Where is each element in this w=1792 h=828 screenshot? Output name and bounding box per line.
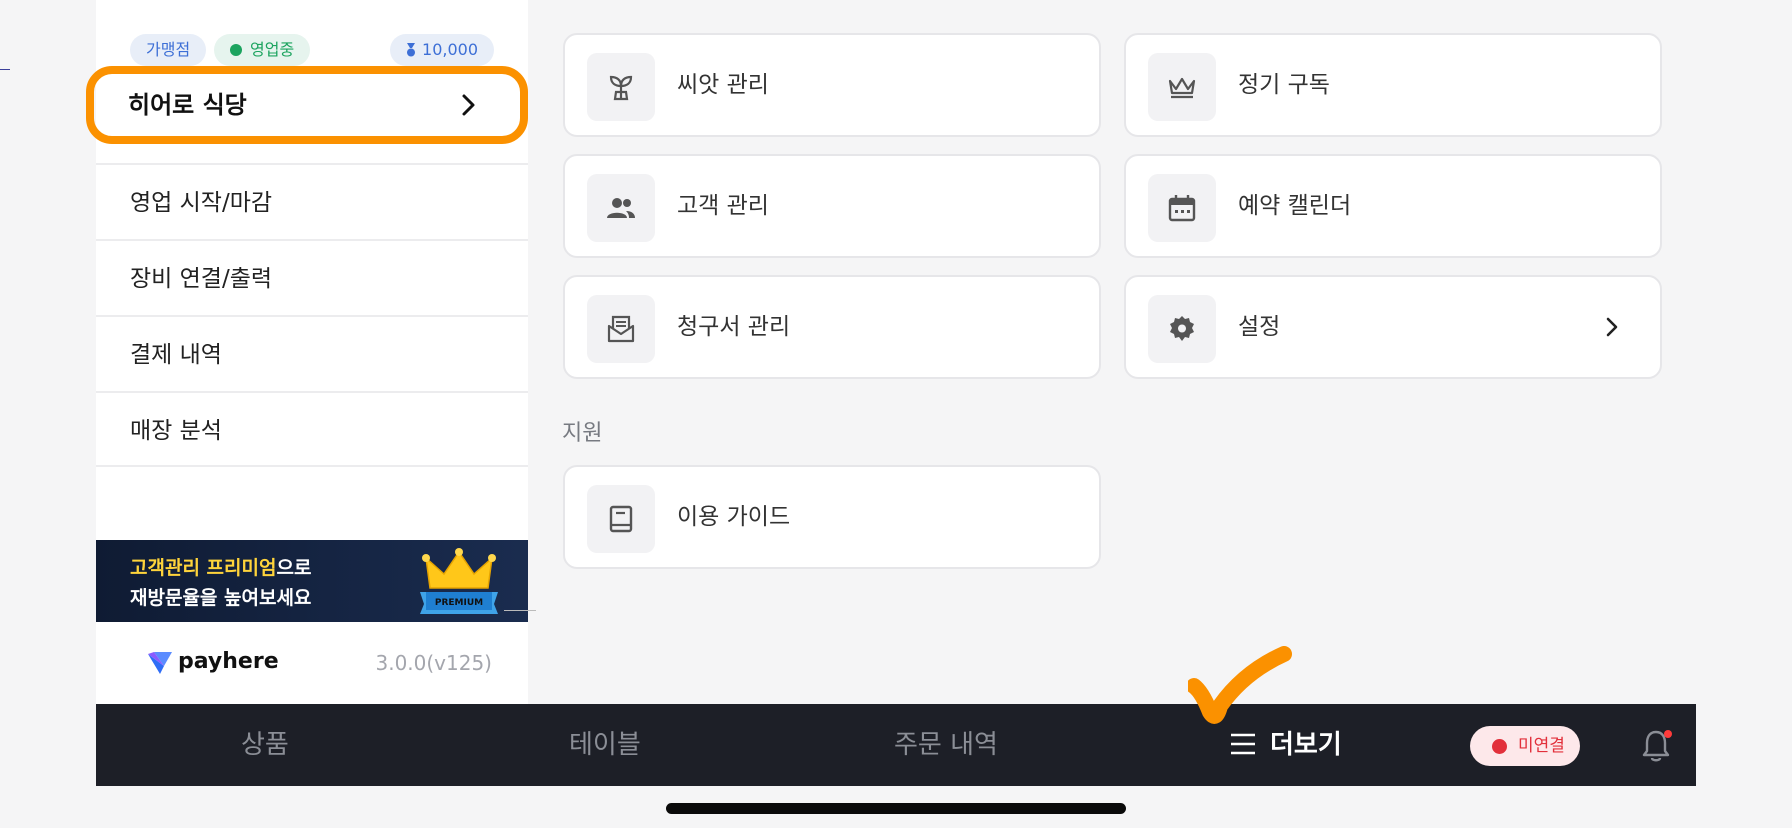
sidebar-item-analytics[interactable]: 매장 분석 [96, 391, 528, 467]
divider [504, 610, 536, 611]
promo-highlight: 고객관리 프리미엄 [130, 557, 277, 579]
sidebar-item-payments[interactable]: 결제 내역 [96, 315, 528, 391]
tab-orders[interactable]: 주문 내역 [894, 704, 998, 786]
medal-icon [407, 43, 416, 57]
sprout-icon [609, 75, 633, 101]
chevron-right-icon [462, 94, 475, 116]
app-version: 3.0.0(v125) [375, 651, 492, 675]
tab-products[interactable]: 상품 [241, 704, 289, 786]
tile-label: 설정 [1238, 314, 1281, 340]
tile-invoice-management[interactable]: 청구서 관리 [563, 275, 1101, 379]
status-label: 영업중 [250, 40, 295, 59]
icon-box [1148, 53, 1216, 121]
connection-status-button[interactable]: 미연결 [1470, 726, 1580, 766]
support-section-title: 지원 [562, 421, 603, 446]
crown-ribbon-text: PREMIUM [435, 598, 483, 608]
points-badge[interactable]: 10,000 [390, 34, 494, 66]
promo-line-2: 재방문율을 높여보세요 [130, 587, 312, 609]
brand-name: payhere [178, 649, 279, 674]
icon-box [587, 295, 655, 363]
bottom-tab-bar: 상품 테이블 주문 내역 더보기 미연결 [96, 704, 1696, 786]
menu-icon [1231, 733, 1255, 755]
sidebar-item-devices[interactable]: 장비 연결/출력 [96, 239, 528, 315]
icon-box [1148, 295, 1216, 363]
invoice-mail-icon [607, 315, 635, 343]
home-indicator [666, 803, 1126, 814]
icon-box [587, 174, 655, 242]
store-name: 히어로 식당 [128, 91, 247, 119]
checkmark-annotation-icon [1188, 646, 1292, 724]
tab-tables[interactable]: 테이블 [569, 704, 641, 786]
gear-icon [1170, 316, 1194, 341]
status-badge: 영업중 [214, 34, 311, 66]
store-badges: 가맹점 영업중 10,000 [130, 34, 494, 66]
tile-label: 고객 관리 [677, 193, 769, 219]
tile-reservation-calendar[interactable]: 예약 캘린더 [1124, 154, 1662, 258]
disconnected-dot-icon [1492, 739, 1507, 754]
tile-seed-management[interactable]: 씨앗 관리 [563, 33, 1101, 137]
promo-line-1: 고객관리 프리미엄으로 [130, 553, 311, 580]
chevron-right-icon [1606, 317, 1618, 337]
premium-promo-banner[interactable]: 고객관리 프리미엄으로 재방문율을 높여보세요 PREMIUM [96, 540, 528, 622]
payhere-logo-icon [148, 652, 172, 674]
sidebar: 가맹점 영업중 10,000 히어로 식당 영업 시작/마감 장비 연결/출력 … [86, 0, 528, 704]
notification-badge [1664, 730, 1672, 738]
sidebar-menu: 영업 시작/마감 장비 연결/출력 결제 내역 매장 분석 [96, 163, 528, 467]
edge-marker [0, 69, 10, 70]
tile-label: 정기 구독 [1238, 72, 1330, 98]
crown-icon [1168, 77, 1196, 99]
icon-box [587, 53, 655, 121]
tile-subscription[interactable]: 정기 구독 [1124, 33, 1662, 137]
status-dot-icon [230, 44, 242, 56]
promo-line-1-rest: 으로 [276, 557, 312, 579]
tile-customer-management[interactable]: 고객 관리 [563, 154, 1101, 258]
points-value: 10,000 [422, 40, 478, 59]
people-icon [607, 198, 635, 218]
tile-settings[interactable]: 설정 [1124, 275, 1662, 379]
premium-crown-icon: PREMIUM [420, 548, 498, 614]
tile-user-guide[interactable]: 이용 가이드 [563, 465, 1101, 569]
calendar-icon [1168, 195, 1196, 222]
tile-label: 이용 가이드 [677, 504, 791, 530]
tile-label: 청구서 관리 [677, 314, 791, 340]
tile-label: 씨앗 관리 [677, 72, 769, 98]
icon-box [1148, 174, 1216, 242]
franchise-badge: 가맹점 [130, 34, 207, 66]
tile-label: 예약 캘린더 [1238, 193, 1352, 219]
icon-box [587, 485, 655, 553]
notifications-button[interactable] [1636, 726, 1676, 766]
store-name-button[interactable]: 히어로 식당 [86, 66, 528, 144]
book-icon [609, 505, 633, 533]
sidebar-item-open-close[interactable]: 영업 시작/마감 [96, 163, 528, 239]
connection-status-label: 미연결 [1518, 736, 1565, 756]
